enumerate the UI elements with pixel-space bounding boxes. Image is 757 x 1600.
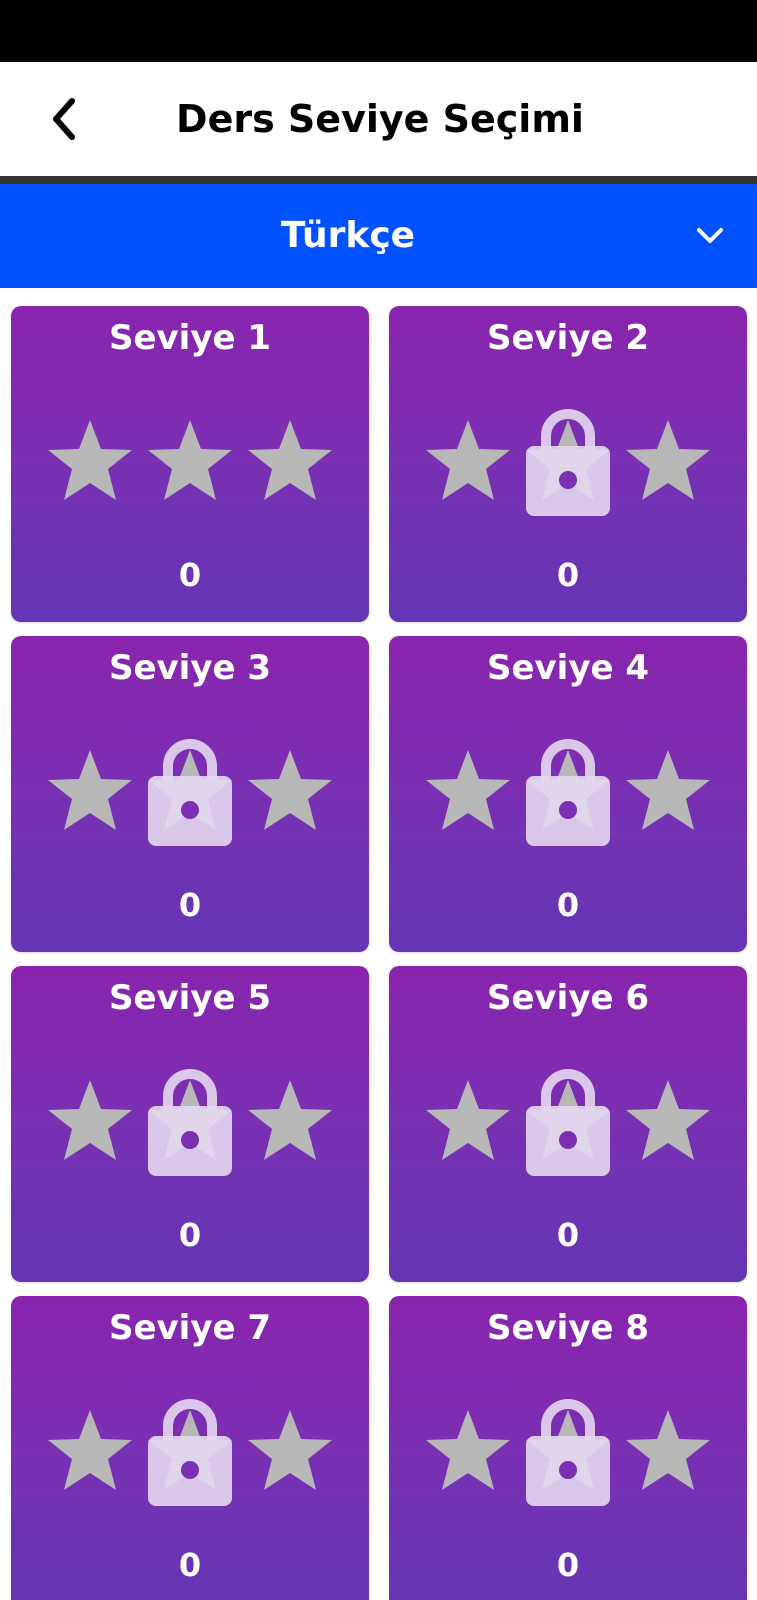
level-card[interactable]: Seviye 2 0 xyxy=(389,306,747,622)
chevron-left-icon xyxy=(53,98,75,140)
level-score: 0 xyxy=(556,1546,580,1584)
lock-icon xyxy=(146,736,234,848)
star-icon xyxy=(623,416,713,506)
level-title: Seviye 7 xyxy=(108,1308,272,1348)
level-score: 0 xyxy=(178,1216,202,1254)
lock-icon xyxy=(524,736,612,848)
subject-dropdown[interactable]: Türkçe xyxy=(0,184,757,288)
star-icon xyxy=(45,416,135,506)
level-score: 0 xyxy=(556,1216,580,1254)
level-title: Seviye 8 xyxy=(486,1308,650,1348)
star-icon xyxy=(245,416,335,506)
level-score: 0 xyxy=(556,556,580,594)
level-score: 0 xyxy=(178,1546,202,1584)
star-icon xyxy=(623,746,713,836)
level-card[interactable]: Seviye 1 0 xyxy=(11,306,369,622)
star-icon xyxy=(423,1076,513,1166)
star-icon xyxy=(145,416,235,506)
star-icon xyxy=(45,1076,135,1166)
level-card[interactable]: Seviye 4 0 xyxy=(389,636,747,952)
star-icon xyxy=(45,1406,135,1496)
level-card[interactable]: Seviye 7 0 xyxy=(11,1296,369,1600)
level-card[interactable]: Seviye 3 0 xyxy=(11,636,369,952)
level-score: 0 xyxy=(178,886,202,924)
star-icon xyxy=(623,1406,713,1496)
star-icon xyxy=(423,416,513,506)
level-grid: Seviye 1 0 Seviye 2 0 Seviye 3 0 Seviye … xyxy=(0,288,757,1600)
level-card[interactable]: Seviye 5 0 xyxy=(11,966,369,1282)
lock-icon xyxy=(146,1066,234,1178)
header-divider xyxy=(0,176,757,184)
level-card[interactable]: Seviye 8 0 xyxy=(389,1296,747,1600)
star-icon xyxy=(423,1406,513,1496)
subject-selected-label: Türkçe xyxy=(280,215,416,256)
level-card[interactable]: Seviye 6 0 xyxy=(389,966,747,1282)
lock-icon xyxy=(524,1396,612,1508)
level-title: Seviye 3 xyxy=(108,648,272,688)
level-title: Seviye 4 xyxy=(486,648,650,688)
star-icon xyxy=(245,1076,335,1166)
star-icon xyxy=(623,1076,713,1166)
lock-icon xyxy=(146,1396,234,1508)
star-icon xyxy=(245,1406,335,1496)
lock-icon xyxy=(524,1066,612,1178)
page-title: Ders Seviye Seçimi xyxy=(176,97,584,141)
back-button[interactable] xyxy=(38,92,90,146)
status-bar xyxy=(0,0,757,62)
star-icon xyxy=(245,746,335,836)
app-bar: Ders Seviye Seçimi xyxy=(0,62,757,176)
star-icon xyxy=(45,746,135,836)
level-title: Seviye 6 xyxy=(486,978,650,1018)
chevron-down-icon xyxy=(697,228,723,243)
level-title: Seviye 2 xyxy=(486,318,650,358)
star-rating xyxy=(45,416,335,506)
level-score: 0 xyxy=(556,886,580,924)
lock-icon xyxy=(524,406,612,518)
level-title: Seviye 5 xyxy=(108,978,272,1018)
level-score: 0 xyxy=(178,556,202,594)
level-title: Seviye 1 xyxy=(108,318,272,358)
star-icon xyxy=(423,746,513,836)
